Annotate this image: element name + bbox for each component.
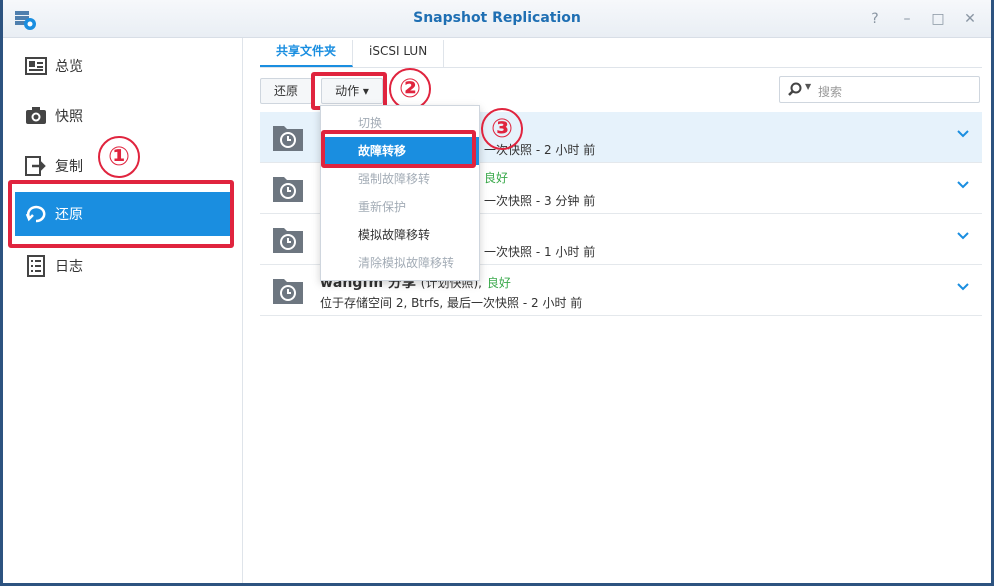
- row-detail: 一次快照 - 1 小时 前: [484, 245, 596, 259]
- search-icon: [788, 82, 802, 96]
- row-title: 良好: [484, 169, 508, 186]
- folder-snapshot-icon: [273, 177, 303, 202]
- annotation-step-1: ①: [98, 136, 140, 178]
- failover-highlight-frame: [321, 130, 476, 168]
- sidebar-item-label: 总览: [55, 59, 83, 75]
- chevron-down-icon[interactable]: [956, 229, 970, 243]
- sidebar-item-label: 复制: [55, 159, 83, 175]
- menu-item-test-failover[interactable]: 模拟故障移转: [321, 221, 479, 249]
- chevron-down-icon[interactable]: [956, 178, 970, 192]
- tab-bar: 共享文件夹 iSCSI LUN: [260, 38, 982, 68]
- annotation-step-2: ②: [389, 68, 431, 110]
- search-input[interactable]: ▼ 搜索: [779, 76, 980, 103]
- annotation-step-3: ③: [481, 108, 523, 150]
- status-good: 良好: [484, 171, 509, 185]
- status-good: 良好: [486, 276, 511, 290]
- row-detail: 位于存储空间 2, Btrfs, 最后一次快照 - 2 小时 前: [320, 296, 583, 310]
- minimize-icon[interactable]: –: [898, 10, 916, 28]
- camera-icon: [26, 107, 46, 124]
- replicate-icon: [25, 156, 46, 176]
- overview-icon: [25, 57, 47, 75]
- chevron-down-icon[interactable]: [956, 280, 970, 294]
- search-placeholder: 搜索: [818, 85, 843, 99]
- restore-button[interactable]: 还原: [260, 78, 312, 104]
- sidebar-item-label: 快照: [55, 109, 83, 125]
- sidebar-item-label: 日志: [55, 259, 83, 275]
- sidebar-item-log[interactable]: 日志: [15, 244, 230, 288]
- tab-shared-folder[interactable]: 共享文件夹: [260, 40, 354, 67]
- sidebar: 总览 快照 复制 还原 日志 ①: [3, 38, 243, 583]
- restore-highlight-frame: [8, 180, 234, 248]
- row-detail: 一次快照 - 3 分钟 前: [484, 194, 596, 208]
- sidebar-item-overview[interactable]: 总览: [15, 44, 230, 88]
- chevron-down-icon: ▼: [805, 82, 812, 91]
- maximize-icon[interactable]: □: [929, 10, 947, 28]
- chevron-down-icon[interactable]: [956, 127, 970, 141]
- help-icon[interactable]: ?: [866, 10, 884, 28]
- menu-item-reprotect[interactable]: 重新保护: [321, 193, 479, 221]
- log-icon: [27, 255, 45, 277]
- sidebar-item-snapshot[interactable]: 快照: [15, 94, 230, 138]
- title-bar: Snapshot Replication ? – □ ✕: [3, 0, 991, 38]
- menu-item-force-failover[interactable]: 强制故障移转: [321, 165, 479, 193]
- folder-snapshot-icon: [273, 126, 303, 151]
- close-icon[interactable]: ✕: [961, 10, 979, 28]
- menu-item-clear-test-failover[interactable]: 清除模拟故障移转: [321, 249, 479, 277]
- window-title: Snapshot Replication: [413, 10, 581, 26]
- app-window: Snapshot Replication ? – □ ✕ 总览 快照 复制 还原…: [0, 0, 994, 586]
- folder-snapshot-icon: [273, 279, 303, 304]
- folder-snapshot-icon: [273, 228, 303, 253]
- tab-iscsi-lun[interactable]: iSCSI LUN: [353, 40, 445, 67]
